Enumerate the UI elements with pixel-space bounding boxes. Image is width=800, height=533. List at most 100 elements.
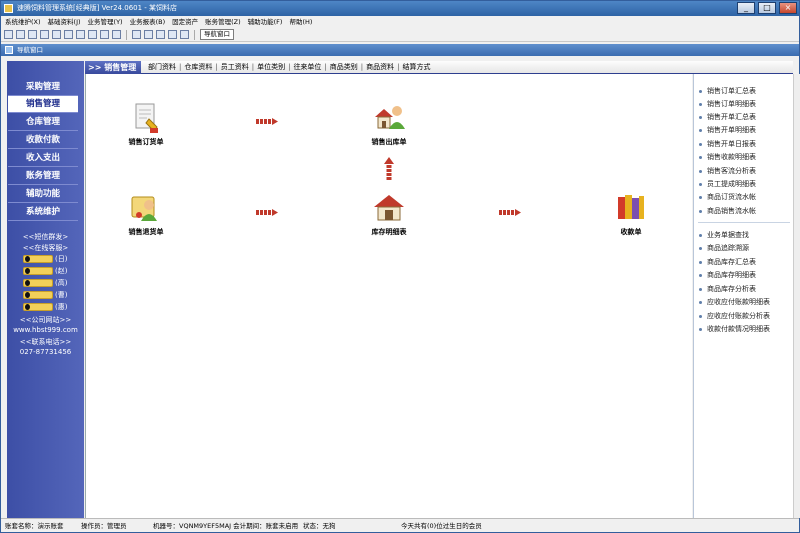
user-icon[interactable] (76, 30, 85, 39)
help-icon[interactable] (168, 30, 177, 39)
sidebar-item-accounts[interactable]: 账务管理 (8, 168, 78, 185)
qq-contact[interactable]: (赵) (23, 266, 67, 276)
online-service-link[interactable]: <<在线客服> (7, 243, 84, 253)
qq-icon (23, 279, 53, 287)
flow-label: 库存明细表 (371, 228, 407, 236)
bullet-icon (699, 195, 702, 199)
menu-accounts[interactable]: 账务管理(Z) (205, 16, 241, 28)
report-link[interactable]: 销售客流分析表 (699, 166, 756, 176)
report-link[interactable]: 应收应付账款分析表 (699, 311, 770, 321)
report-link[interactable]: 销售开单日报表 (699, 139, 756, 149)
nav-tab-label: 导航窗口 (17, 46, 43, 54)
subnav-unit-types[interactable]: 单位类别 (257, 61, 285, 74)
subnav-settlement[interactable]: 结算方式 (403, 61, 431, 74)
report-link[interactable]: 员工提成明细表 (699, 179, 756, 189)
menu-business[interactable]: 业务管理(Y) (88, 16, 123, 28)
qq-icon (23, 255, 53, 263)
menu-fixed-assets[interactable]: 固定资产 (172, 16, 198, 28)
report-link[interactable]: 商品库存明细表 (699, 270, 756, 280)
calculator-icon[interactable] (156, 30, 165, 39)
flow-sales-order[interactable]: 销售订货单 (106, 101, 186, 147)
list-icon[interactable] (16, 30, 25, 39)
report-link[interactable]: 业务单据查找 (699, 230, 749, 240)
report-link[interactable]: 销售订单明细表 (699, 99, 756, 109)
subnav-products[interactable]: 商品资料 (366, 61, 394, 74)
subnav-product-types[interactable]: 商品类别 (330, 61, 358, 74)
flow-sales-outbound[interactable]: 销售出库单 (349, 101, 429, 147)
report-link[interactable]: 销售开单明细表 (699, 125, 756, 135)
menu-help[interactable]: 帮助(H) (289, 16, 312, 28)
report-link[interactable]: 销售订单汇总表 (699, 86, 756, 96)
sidebar-item-warehouse[interactable]: 仓库管理 (8, 114, 78, 131)
flow-sales-return[interactable]: 销售退货单 (106, 191, 186, 237)
report-link[interactable]: 商品库存分析表 (699, 284, 756, 294)
flow-receipt[interactable]: 收款单 (591, 191, 671, 237)
report-link[interactable]: 商品订货流水帐 (699, 192, 756, 202)
toolbar-separator (194, 29, 195, 40)
report-link[interactable]: 销售开单汇总表 (699, 112, 756, 122)
bullet-icon (699, 209, 702, 213)
subnav-partners[interactable]: 往来单位 (293, 61, 321, 74)
bullet-icon (699, 102, 702, 106)
sms-link[interactable]: <<短信群发> (7, 232, 84, 242)
report-link[interactable]: 商品销售流水帐 (699, 206, 756, 216)
toolbar-separator (126, 29, 127, 40)
company-site-url[interactable]: www.hbst999.com (7, 326, 84, 334)
nav-window-button[interactable]: 导航窗口 (200, 29, 234, 40)
save-icon[interactable] (144, 30, 153, 39)
menu-basic-data[interactable]: 基础资料(J) (48, 16, 81, 28)
folder-icon[interactable] (100, 30, 109, 39)
money-icon[interactable] (64, 30, 73, 39)
sidebar-item-income[interactable]: 收入支出 (8, 150, 78, 167)
chart-icon[interactable] (52, 30, 61, 39)
qq-contact[interactable]: (曹) (23, 290, 67, 300)
table-icon[interactable] (40, 30, 49, 39)
menu-aux[interactable]: 辅助功能(F) (248, 16, 283, 28)
app-icon (4, 4, 13, 13)
phone-number: 027-87731456 (19, 348, 72, 356)
subnav-employees[interactable]: 员工资料 (221, 61, 249, 74)
print-icon[interactable] (132, 30, 141, 39)
qq-contact[interactable]: (高) (23, 278, 67, 288)
title-bar[interactable]: 速腾饲料管理系统[经典版] Ver24.0601 - 某饲料店 _ □ × (1, 1, 799, 16)
sidebar-item-system[interactable]: 系统维护 (8, 204, 78, 221)
bullet-icon (699, 300, 702, 304)
report-link[interactable]: 商品库存汇总表 (699, 257, 756, 267)
subnav-warehouses[interactable]: 仓库资料 (184, 61, 212, 74)
minimize-button[interactable]: _ (737, 2, 755, 14)
report-link[interactable]: 收款付款情况明细表 (699, 324, 770, 334)
report-icon[interactable] (28, 30, 37, 39)
warehouse-icon (374, 195, 404, 221)
exit-icon[interactable] (180, 30, 189, 39)
toolbar: 导航窗口 (1, 28, 799, 42)
sidebar-item-payments[interactable]: 收款付款 (8, 132, 78, 149)
nav-window-tab[interactable]: 导航窗口 (1, 44, 799, 56)
new-doc-icon[interactable] (4, 30, 13, 39)
qq-contact[interactable]: (惠) (23, 302, 67, 312)
status-machine: 机器号：VQNM9YEF5MAJ 会计期间：账套未启用 (153, 522, 299, 530)
report-link[interactable]: 商品追踪溯源 (699, 243, 749, 253)
bullet-icon (699, 142, 702, 146)
report-link[interactable]: 销售收款明细表 (699, 152, 756, 162)
sidebar-item-sales[interactable]: 销售管理 (8, 96, 78, 113)
section-title: >> 销售管理 (85, 61, 141, 74)
app-window: 速腾饲料管理系统[经典版] Ver24.0601 - 某饲料店 _ □ × 系统… (0, 0, 800, 533)
sidebar-item-purchase[interactable]: 采购管理 (8, 79, 78, 96)
menu-reports[interactable]: 业务报表(B) (130, 16, 166, 28)
bullet-icon (699, 182, 702, 186)
vertical-scrollbar[interactable] (793, 74, 800, 518)
bullet-icon (699, 89, 702, 93)
settings-icon[interactable] (112, 30, 121, 39)
subnav-departments[interactable]: 部门资料 (148, 61, 176, 74)
flow-inventory-detail[interactable]: 库存明细表 (349, 191, 429, 237)
menu-system[interactable]: 系统维护(X) (5, 16, 41, 28)
report-link[interactable]: 应收应付账款明细表 (699, 297, 770, 307)
maximize-button[interactable]: □ (758, 2, 776, 14)
edit-icon[interactable] (88, 30, 97, 39)
books-icon (618, 195, 644, 219)
sidebar-item-aux[interactable]: 辅助功能 (8, 186, 78, 203)
close-button[interactable]: × (779, 2, 797, 14)
window-title: 速腾饲料管理系统[经典版] Ver24.0601 - 某饲料店 (17, 4, 178, 12)
qq-contact[interactable]: (日) (23, 254, 67, 264)
phone-label: <<联系电话>> (19, 338, 72, 346)
